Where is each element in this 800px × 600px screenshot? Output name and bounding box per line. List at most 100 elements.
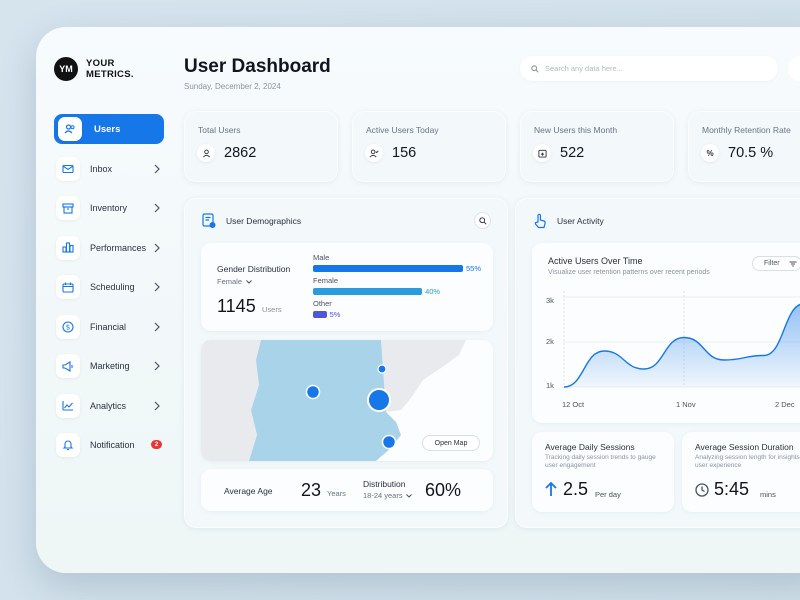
stat-value: 522 [560,145,585,161]
x-tick: 2 Dec [775,400,795,409]
bell-icon [56,433,80,457]
metric-unit: Per day [595,490,621,499]
stat-card-retention: Monthly Retention Rate % 70.5 % [688,111,800,182]
sidebar-item-label: Users [94,123,121,135]
sidebar-item-label: Financial [90,321,127,332]
page-date: Sunday, December 2, 2024 [184,82,281,91]
daily-sessions-card: Average Daily Sessions Tracking daily se… [532,432,674,512]
stat-value: 70.5 % [728,145,774,161]
sidebar-item-inventory[interactable]: Inventory [54,193,164,223]
sidebar-item-financial[interactable]: $ Financial [54,312,164,342]
search-bar[interactable] [520,56,778,81]
sidebar-item-analytics[interactable]: Analytics [54,391,164,421]
age-value: 23 [301,480,322,500]
hand-pointer-icon [534,213,546,229]
distribution-label: Distribution [363,479,406,489]
gender-selected: Female [217,277,243,286]
stat-card-active-users: Active Users Today 156 [352,111,506,182]
notification-badge: 2 [151,440,162,449]
sidebar-item-notification[interactable]: Notification 2 [54,430,164,460]
filter-label: Filter [764,260,780,267]
inventory-icon [56,196,80,220]
chart-title: Active Users Over Time [548,256,643,266]
stat-value: 156 [392,145,417,161]
inbox-icon [56,156,80,181]
clock-icon [695,483,709,497]
search-icon [531,64,539,73]
bar-label-female: Female [313,276,339,285]
demographics-panel: User Demographics Gender Distribution Fe… [184,198,508,528]
gender-label: Gender Distribution [217,264,291,274]
gender-distribution-card: Gender Distribution Female 1145 Users Ma… [201,243,493,331]
active-users-chart [562,291,800,388]
bar-pct-male: 55% [466,264,482,273]
open-map-button[interactable]: Open Map [422,435,480,451]
sidebar-item-performances[interactable]: Performances [54,233,164,263]
y-tick: 3k [546,296,554,305]
user-map[interactable]: Open Map [201,340,493,461]
age-distribution-card: Average Age 23 Years Distribution 18-24 … [201,469,493,511]
chart-subtitle: Visualize user retention patterns over r… [548,269,710,276]
megaphone-icon [56,354,80,378]
sidebar-item-label: Inventory [90,203,128,213]
bar-other [313,311,327,318]
age-label: Average Age [224,486,273,496]
bar-male [313,265,463,272]
panel-search-button[interactable] [474,212,491,229]
stat-card-total-users: Total Users 2862 [184,111,338,182]
bar-female [313,288,423,295]
user-icon [197,144,215,162]
sidebar-item-inbox[interactable]: Inbox [54,154,164,184]
page-title: User Dashboard [184,56,331,77]
logo-mark: YM [54,57,78,81]
age-unit: Years [327,489,346,498]
sidebar-item-label: Scheduling [90,282,135,292]
sidebar-item-label: Marketing [90,361,130,371]
distribution-value: 60% [425,480,462,500]
sidebar-item-label: Performances [90,242,147,253]
sidebar-nav: Users Inbox Inventory Performances Sched… [54,114,164,470]
activity-panel: User Activity Active Users Over Time Vis… [515,198,800,528]
filter-button[interactable]: Filter [752,256,800,271]
metric-value: 5:45 [714,479,750,499]
chevron-right-icon [154,322,160,331]
user-check-icon [365,144,383,162]
sidebar-item-scheduling[interactable]: Scheduling [54,272,164,302]
sidebar-item-marketing[interactable]: Marketing [54,351,164,381]
bar-pct-female: 40% [425,287,441,296]
metric-unit: mins [760,490,776,499]
filter-icon [789,261,797,266]
panel-title: User Demographics [226,216,302,226]
bar-label-male: Male [313,253,330,262]
svg-text:$: $ [66,323,70,331]
brand-name: YOUR METRICS. [86,58,134,80]
y-tick: 2k [546,337,554,346]
panel-title: User Activity [557,216,604,226]
y-tick: 1k [546,381,554,390]
chevron-down-icon [246,279,252,284]
chevron-right-icon [154,164,160,173]
x-tick: 1 Nov [676,400,696,409]
metric-value: 2.5 [563,479,589,499]
stat-label: Total Users [198,125,241,135]
chevron-right-icon [154,401,160,410]
gender-select[interactable]: Female [217,277,252,286]
users-icon [58,117,82,141]
x-tick: 12 Oct [562,400,585,409]
distribution-select[interactable]: 18-24 years [363,491,412,500]
chevron-right-icon [154,282,160,292]
arrow-up-icon [545,481,557,496]
chevron-right-icon [154,203,160,213]
stat-value: 2862 [224,145,257,161]
active-users-chart-card: Active Users Over Time Visualize user re… [532,243,800,423]
sidebar-item-users[interactable]: Users [54,114,164,144]
performance-icon [56,235,80,260]
chevron-right-icon [154,243,160,252]
calendar-plus-icon [533,144,551,162]
chevron-down-icon [405,493,412,498]
stat-label: Active Users Today [366,125,439,135]
search-input[interactable] [545,64,745,73]
app-window: YM YOUR METRICS. Users Inbox Inventory P… [36,27,800,573]
sidebar-item-label: Notification [90,440,135,450]
header-action-button[interactable] [788,56,800,81]
